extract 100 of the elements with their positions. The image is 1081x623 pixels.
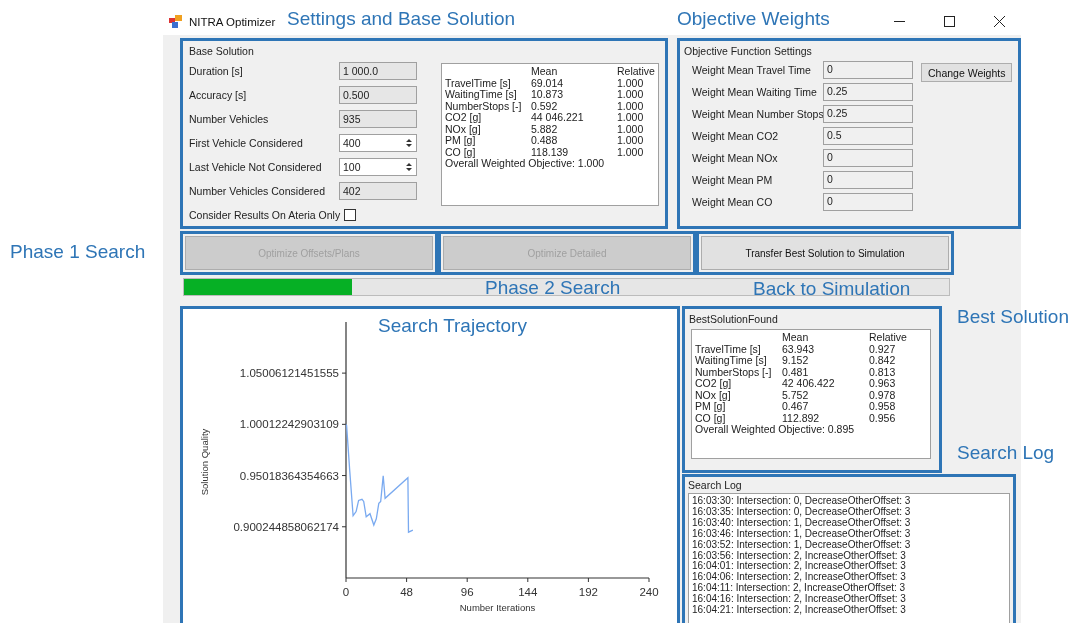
- metric-relative: 1.000: [617, 89, 645, 101]
- metric-relative: 0.958: [869, 401, 897, 413]
- annotation-label: Objective Weights: [677, 8, 830, 30]
- metric-name: PM [g]: [695, 401, 726, 413]
- weight-field[interactable]: 0.25: [823, 83, 913, 101]
- metric-name: WaitingTime [s]: [695, 355, 768, 367]
- overall-objective: Overall Weighted Objective: 0.895: [695, 424, 856, 436]
- overall-objective: Overall Weighted Objective: 1.000: [445, 158, 606, 170]
- metric-mean: 69.014: [531, 77, 565, 89]
- window-title: NITRA Optimizer: [189, 15, 276, 28]
- close-icon[interactable]: [993, 16, 1005, 27]
- log-entry: 16:03:40: Intersection: 1, DecreaseOtherOffset: 3: [692, 517, 912, 529]
- weight-field[interactable]: 0.25: [823, 105, 913, 123]
- metric-mean: 0.592: [531, 100, 559, 112]
- readonly-field: 1 000.0: [339, 62, 417, 80]
- log-entry: 16:03:56: Intersection: 2, IncreaseOtherOffset: 3: [692, 550, 907, 561]
- field-label: Duration [s]: [189, 65, 243, 77]
- group-title: Base Solution: [189, 45, 255, 57]
- x-axis-label: Number Iterations: [459, 602, 536, 613]
- weight-label: Weight Mean NOx: [692, 152, 779, 164]
- weight-field[interactable]: 0.5: [823, 127, 913, 145]
- annotation-label: Settings and Base Solution: [287, 8, 516, 30]
- x-tick-label: 48: [400, 586, 413, 598]
- log-entry: 16:03:30: Intersection: 0, DecreaseOtherOffset: 3: [692, 496, 912, 507]
- metric-name: CO2 [g]: [695, 378, 732, 390]
- x-tick-label: 192: [578, 586, 598, 598]
- log-entry: 16:04:01: Intersection: 2, IncreaseOtherOffset: 3: [692, 561, 907, 572]
- weight-field[interactable]: 0: [823, 61, 913, 79]
- metric-name: NOx [g]: [445, 123, 482, 135]
- weight-field[interactable]: 0: [823, 171, 913, 189]
- x-tick-label: 240: [639, 586, 659, 598]
- metric-relative: 1.000: [617, 135, 645, 147]
- column-header: Relative: [869, 332, 908, 344]
- metric-mean: 63.943: [782, 343, 816, 355]
- metric-mean: 112.892: [782, 412, 821, 424]
- annotation-label: Back to Simulation: [753, 278, 911, 300]
- weight-label: Weight Mean PM: [692, 174, 774, 186]
- log-entry: 16:03:35: Intersection: 0, DecreaseOtherOffset: 3: [692, 506, 912, 518]
- annotation-label: Search Trajectory: [378, 315, 527, 337]
- annotation-label: Search Log: [957, 442, 1055, 464]
- checkbox-label: Consider Results On Ateria Only: [189, 209, 341, 221]
- metric-mean: 118.139: [531, 146, 570, 158]
- maximize-icon[interactable]: [943, 16, 955, 27]
- metric-mean: 10.873: [531, 89, 565, 101]
- metric-mean: 0.488: [531, 135, 559, 147]
- y-tick-label: 1.05006121451555: [239, 367, 339, 380]
- metric-relative: 1.000: [617, 146, 645, 158]
- action-button[interactable]: Transfer Best Solution to Simulation: [701, 236, 949, 270]
- metric-mean: 0.467: [782, 401, 810, 413]
- metric-name: WaitingTime [s]: [445, 89, 518, 101]
- metric-name: NumberStops [-]: [695, 366, 773, 378]
- metric-name: NOx [g]: [695, 389, 732, 401]
- metric-relative: 0.978: [869, 389, 897, 401]
- checkbox[interactable]: [344, 209, 357, 221]
- metric-relative: 0.927: [869, 343, 897, 355]
- metric-mean: 0.481: [782, 366, 810, 378]
- metric-relative: 0.813: [869, 366, 897, 378]
- field-label: Number Vehicles Considered: [189, 185, 325, 197]
- metric-relative: 0.963: [869, 378, 897, 390]
- weight-label: Weight Mean CO2: [692, 130, 780, 142]
- log-entry: 16:04:06: Intersection: 2, IncreaseOtherOffset: 3: [692, 572, 907, 583]
- log-entry: 16:03:46: Intersection: 1, DecreaseOtherOffset: 3: [692, 528, 912, 540]
- y-axis-label: Solution Quality: [199, 428, 210, 496]
- number-spinner[interactable]: 400: [339, 134, 417, 152]
- metric-name: TravelTime [s]: [445, 77, 512, 89]
- metric-relative: 0.956: [869, 412, 897, 424]
- log-entry: 16:04:21: Intersection: 2, IncreaseOtherOffset: 3: [692, 605, 907, 616]
- weight-field[interactable]: 0: [823, 149, 913, 167]
- number-spinner[interactable]: 100: [339, 158, 417, 176]
- metric-relative: 1.000: [617, 123, 645, 135]
- annotation-label: Best Solution: [957, 306, 1069, 328]
- metric-name: CO [g]: [695, 412, 727, 424]
- weight-label: Weight Mean Travel Time: [692, 64, 812, 76]
- weight-field[interactable]: 0: [823, 193, 913, 211]
- weight-label: Weight Mean CO: [692, 196, 774, 208]
- metric-relative: 1.000: [617, 112, 645, 124]
- field-label: Last Vehicle Not Considered: [189, 161, 322, 173]
- metric-relative: 1.000: [617, 77, 645, 89]
- metric-name: NumberStops [-]: [445, 100, 523, 112]
- y-tick-label: 1.00012242903109: [239, 418, 339, 431]
- field-label: Number Vehicles: [189, 113, 269, 125]
- x-tick-label: 96: [460, 586, 474, 598]
- weight-label: Weight Mean Number Stops: [692, 108, 823, 120]
- readonly-field: 402: [339, 182, 417, 200]
- metric-mean: 5.752: [782, 389, 810, 401]
- column-header: Mean: [531, 66, 559, 78]
- metric-mean: 5.882: [531, 123, 559, 135]
- y-tick-label: 0.95018364354663: [239, 469, 339, 482]
- metric-relative: 1.000: [617, 100, 645, 112]
- x-tick-label: 0: [342, 586, 350, 598]
- metric-relative: 0.842: [869, 355, 897, 367]
- y-tick-label: 0.900244858062174: [233, 520, 339, 533]
- readonly-field: 935: [339, 110, 417, 128]
- change-weights-button[interactable]: Change Weights: [921, 63, 1013, 82]
- group-title: BestSolutionFound: [689, 313, 779, 325]
- log-entry: 16:04:16: Intersection: 2, IncreaseOtherOffset: 3: [692, 594, 907, 605]
- column-header: Relative: [617, 66, 655, 78]
- annotation-label: Phase 2 Search: [485, 277, 621, 299]
- log-entry: 16:04:11: Intersection: 2, IncreaseOtherOffset: 3: [692, 583, 907, 594]
- field-label: Accuracy [s]: [189, 89, 247, 101]
